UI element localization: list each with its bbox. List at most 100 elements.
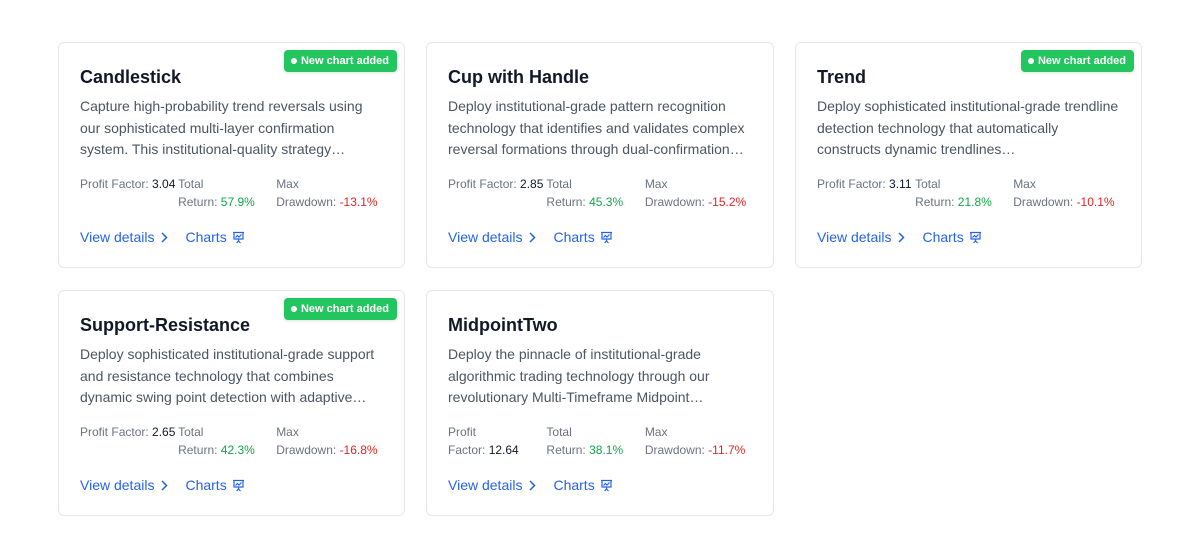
total-return-label-2: Return: xyxy=(178,195,218,209)
max-drawdown-metric: Max Drawdown: -16.8% xyxy=(276,423,383,459)
view-details-label: View details xyxy=(80,477,155,493)
total-return-metric: Total Return: 45.3% xyxy=(546,175,644,211)
dot-icon xyxy=(290,306,297,312)
profit-factor-label: Profit xyxy=(448,425,477,439)
max-drawdown-metric: Max Drawdown: -10.1% xyxy=(1013,175,1120,211)
profit-factor-metric: Profit Factor: 2.65 xyxy=(80,423,178,459)
max-drawdown-label: Max xyxy=(644,177,668,191)
profit-factor-label: Profit xyxy=(817,177,846,191)
max-drawdown-value: -11.7% xyxy=(708,443,746,457)
charts-label: Charts xyxy=(553,477,595,493)
profit-factor-metric: Profit Factor: 3.11 xyxy=(817,175,915,211)
total-return-label: Total xyxy=(915,177,941,191)
max-drawdown-metric: Max Drawdown: -13.1% xyxy=(276,175,383,211)
card-description: Deploy sophisticated institutional-grade… xyxy=(817,98,1119,157)
total-return-label: Total xyxy=(178,177,204,191)
card-description: Deploy institutional-grade pattern recog… xyxy=(448,98,745,157)
card-description: Capture high-probability trend reversals… xyxy=(80,98,363,157)
presentation-chart-icon xyxy=(600,231,612,243)
charts-link[interactable]: Charts xyxy=(553,229,612,245)
profit-factor-value: 3.04 xyxy=(152,177,176,191)
profit-factor-metric: Profit Factor: 2.85 xyxy=(448,175,546,211)
new-chart-badge: New chart added xyxy=(283,298,397,320)
view-details-link[interactable]: View details xyxy=(80,229,169,245)
presentation-chart-icon xyxy=(232,479,244,491)
card-metrics: Profit Factor: 12.64 Total Return: 38.1%… xyxy=(448,423,752,459)
max-drawdown-label-2: Drawdown: xyxy=(1013,195,1074,209)
profit-factor-label: Profit xyxy=(80,177,109,191)
total-return-metric: Total Return: 21.8% xyxy=(915,175,1013,211)
chevron-right-icon xyxy=(898,231,906,243)
dot-icon xyxy=(1027,58,1034,64)
charts-link[interactable]: Charts xyxy=(922,229,981,245)
view-details-link[interactable]: View details xyxy=(817,229,906,245)
new-chart-badge: New chart added xyxy=(283,50,397,72)
card-metrics: Profit Factor: 2.85 Total Return: 45.3% … xyxy=(448,175,752,211)
total-return-value: 45.3% xyxy=(589,195,624,209)
profit-factor-label: Profit xyxy=(448,177,477,191)
charts-link[interactable]: Charts xyxy=(185,477,244,493)
total-return-label-2: Return: xyxy=(915,195,955,209)
max-drawdown-label-2: Drawdown: xyxy=(644,443,705,457)
strategy-card-cup-with-handle[interactable]: Cup with Handle Deploy institutional-gra… xyxy=(426,42,774,268)
view-details-link[interactable]: View details xyxy=(448,477,537,493)
max-drawdown-value: -15.2% xyxy=(708,195,747,209)
profit-factor-label-2: Factor: xyxy=(111,425,149,439)
max-drawdown-label-2: Drawdown: xyxy=(276,443,337,457)
total-return-value: 21.8% xyxy=(957,195,992,209)
strategy-card-grid: New chart added Candlestick Capture high… xyxy=(58,42,1142,516)
view-details-label: View details xyxy=(448,477,523,493)
view-details-link[interactable]: View details xyxy=(448,229,537,245)
total-return-label: Total xyxy=(546,425,572,439)
max-drawdown-value: -16.8% xyxy=(339,443,378,457)
total-return-metric: Total Return: 57.9% xyxy=(178,175,276,211)
chevron-right-icon xyxy=(529,231,537,243)
total-return-value: 38.1% xyxy=(589,443,624,457)
max-drawdown-label-2: Drawdown: xyxy=(644,195,705,209)
strategy-card-midpointtwo[interactable]: MidpointTwo Deploy the pinnacle of insti… xyxy=(426,290,774,516)
card-actions: View details Charts xyxy=(448,227,752,247)
card-metrics: Profit Factor: 3.04 Total Return: 57.9% … xyxy=(80,175,383,211)
charts-label: Charts xyxy=(185,229,227,245)
max-drawdown-label: Max xyxy=(276,425,299,439)
total-return-value: 57.9% xyxy=(220,195,255,209)
max-drawdown-metric: Max Drawdown: -11.7% xyxy=(645,423,752,459)
view-details-link[interactable]: View details xyxy=(80,477,169,493)
card-actions: View details Charts xyxy=(80,227,383,247)
max-drawdown-label-2: Drawdown: xyxy=(276,195,337,209)
profit-factor-value: 2.85 xyxy=(520,177,544,191)
total-return-value: 42.3% xyxy=(220,443,255,457)
charts-link[interactable]: Charts xyxy=(185,229,244,245)
chevron-right-icon xyxy=(161,231,169,243)
strategy-card-support-resistance[interactable]: New chart added Support-Resistance Deplo… xyxy=(58,290,405,516)
profit-factor-label: Profit xyxy=(80,425,109,439)
view-details-label: View details xyxy=(817,229,892,245)
max-drawdown-label: Max xyxy=(644,425,668,439)
profit-factor-label-2: Factor: xyxy=(448,443,486,457)
card-title: MidpointTwo xyxy=(448,315,558,335)
dot-icon xyxy=(290,58,297,64)
max-drawdown-value: -10.1% xyxy=(1076,195,1115,209)
profit-factor-value: 2.65 xyxy=(152,425,176,439)
chevron-right-icon xyxy=(161,479,169,491)
card-metrics: Profit Factor: 3.11 Total Return: 21.8% … xyxy=(817,175,1120,211)
view-details-label: View details xyxy=(448,229,523,245)
max-drawdown-label: Max xyxy=(276,177,299,191)
profit-factor-metric: Profit Factor: 3.04 xyxy=(80,175,178,211)
badge-label: New chart added xyxy=(1037,55,1126,67)
total-return-metric: Total Return: 38.1% xyxy=(546,423,644,459)
badge-label: New chart added xyxy=(300,55,389,67)
strategy-card-candlestick[interactable]: New chart added Candlestick Capture high… xyxy=(58,42,405,268)
total-return-label: Total xyxy=(178,425,204,439)
profit-factor-metric: Profit Factor: 12.64 xyxy=(448,423,546,459)
total-return-label-2: Return: xyxy=(546,443,586,457)
view-details-label: View details xyxy=(80,229,155,245)
chevron-right-icon xyxy=(529,479,537,491)
total-return-label: Total xyxy=(546,177,572,191)
strategy-card-trend[interactable]: New chart added Trend Deploy sophisticat… xyxy=(795,42,1142,268)
presentation-chart-icon xyxy=(600,479,612,491)
max-drawdown-value: -13.1% xyxy=(339,195,378,209)
card-actions: View details Charts xyxy=(448,475,752,495)
max-drawdown-metric: Max Drawdown: -15.2% xyxy=(645,175,752,211)
charts-link[interactable]: Charts xyxy=(553,477,612,493)
